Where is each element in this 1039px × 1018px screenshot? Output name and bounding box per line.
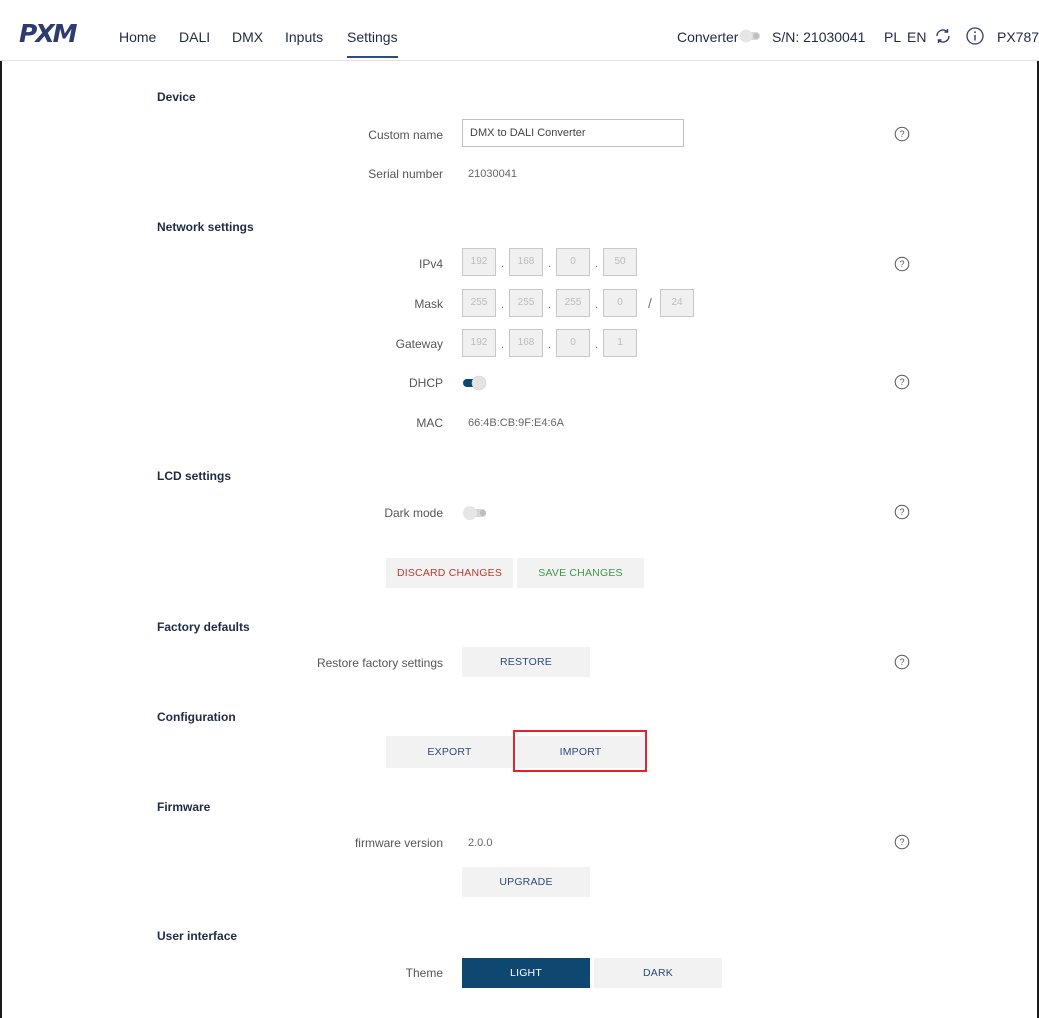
theme-dark-button[interactable]: DARK — [594, 958, 722, 988]
mask-prefix[interactable]: 24 — [660, 289, 694, 317]
section-network-title: Network settings — [157, 220, 254, 234]
ipv4-dot: . — [501, 258, 505, 270]
help-icon[interactable]: ? — [894, 256, 910, 272]
help-icon[interactable]: ? — [894, 654, 910, 670]
theme-light-button[interactable]: LIGHT — [462, 958, 590, 988]
help-icon[interactable]: ? — [894, 126, 910, 142]
dark-mode-toggle[interactable] — [462, 505, 488, 521]
section-firmware-title: Firmware — [157, 800, 211, 814]
import-highlight-box — [513, 730, 647, 772]
restore-button[interactable]: RESTORE — [462, 647, 590, 677]
mask-octet-2[interactable]: 255 — [509, 289, 543, 317]
ipv4-octet-2[interactable]: 168 — [509, 248, 543, 276]
mask-octet-3[interactable]: 255 — [556, 289, 590, 317]
custom-name-input[interactable] — [462, 119, 684, 147]
save-changes-button[interactable]: SAVE CHANGES — [517, 558, 644, 588]
ipv4-dot: . — [548, 258, 552, 270]
svg-text:?: ? — [899, 259, 904, 269]
ipv4-octet-1[interactable]: 192 — [462, 248, 496, 276]
export-button[interactable]: EXPORT — [386, 736, 513, 768]
mask-dot: . — [595, 299, 599, 311]
help-icon[interactable]: ? — [894, 374, 910, 390]
upgrade-button[interactable]: UPGRADE — [462, 867, 590, 897]
firmware-version-value: 2.0.0 — [468, 837, 493, 849]
nav-dali[interactable]: DALI — [179, 29, 210, 45]
serial-number-display: S/N: 21030041 — [772, 29, 866, 45]
info-icon[interactable] — [965, 26, 985, 46]
help-icon[interactable]: ? — [894, 504, 910, 520]
theme-label: Theme — [405, 966, 443, 980]
custom-name-label: Custom name — [368, 128, 443, 142]
firmware-version-label: firmware version — [354, 836, 443, 850]
gateway-octet-2[interactable]: 168 — [509, 329, 543, 357]
svg-text:?: ? — [899, 377, 904, 387]
help-icon[interactable]: ? — [894, 834, 910, 850]
nav-settings[interactable]: Settings — [347, 29, 398, 58]
nav-dmx[interactable]: DMX — [232, 29, 263, 45]
dhcp-label: DHCP — [408, 376, 443, 390]
svg-text:?: ? — [899, 507, 904, 517]
gateway-octet-4[interactable]: 1 — [603, 329, 637, 357]
mask-octet-1[interactable]: 255 — [462, 289, 496, 317]
section-factory-title: Factory defaults — [157, 620, 250, 634]
mask-dot: . — [548, 299, 552, 311]
section-device-title: Device — [157, 90, 196, 104]
lang-pl[interactable]: PL — [884, 29, 901, 45]
ipv4-octet-3[interactable]: 0 — [556, 248, 590, 276]
top-navigation-bar: PXM Home DALI DMX Inputs Settings Conver… — [0, 0, 1039, 61]
section-user-interface-title: User interface — [157, 929, 238, 943]
converter-label: Converter — [677, 29, 739, 45]
refresh-icon[interactable] — [933, 26, 953, 46]
converter-toggle[interactable] — [738, 29, 762, 43]
ipv4-octet-4[interactable]: 50 — [603, 248, 637, 276]
ipv4-label: IPv4 — [418, 257, 443, 271]
nav-inputs[interactable]: Inputs — [285, 29, 323, 45]
discard-changes-button[interactable]: DISCARD CHANGES — [386, 558, 513, 588]
svg-text:?: ? — [899, 129, 904, 139]
gateway-dot: . — [501, 339, 505, 351]
gateway-label: Gateway — [395, 337, 443, 351]
pxm-logo[interactable]: PXM — [19, 21, 78, 46]
svg-text:?: ? — [899, 837, 904, 847]
gateway-octet-3[interactable]: 0 — [556, 329, 590, 357]
serial-number-value: 21030041 — [468, 168, 517, 180]
mask-slash: / — [648, 295, 652, 311]
section-configuration-title: Configuration — [157, 710, 236, 724]
mac-value: 66:4B:CB:9F:E4:6A — [468, 417, 564, 429]
serial-number-label: Serial number — [368, 167, 443, 181]
mask-dot: . — [501, 299, 505, 311]
mask-label: Mask — [414, 297, 443, 311]
gateway-octet-1[interactable]: 192 — [462, 329, 496, 357]
window-border-left — [0, 0, 2, 1018]
ipv4-dot: . — [595, 258, 599, 270]
lang-en[interactable]: EN — [907, 29, 926, 45]
svg-text:?: ? — [899, 657, 904, 667]
section-lcd-title: LCD settings — [157, 469, 232, 483]
dark-mode-label: Dark mode — [384, 506, 443, 520]
restore-factory-label: Restore factory settings — [316, 656, 443, 670]
gateway-dot: . — [548, 339, 552, 351]
gateway-dot: . — [595, 339, 599, 351]
dhcp-toggle[interactable] — [462, 375, 488, 391]
nav-home[interactable]: Home — [119, 29, 156, 45]
mask-octet-4[interactable]: 0 — [603, 289, 637, 317]
model-label: PX787 — [997, 29, 1039, 45]
mac-label: MAC — [416, 416, 443, 430]
